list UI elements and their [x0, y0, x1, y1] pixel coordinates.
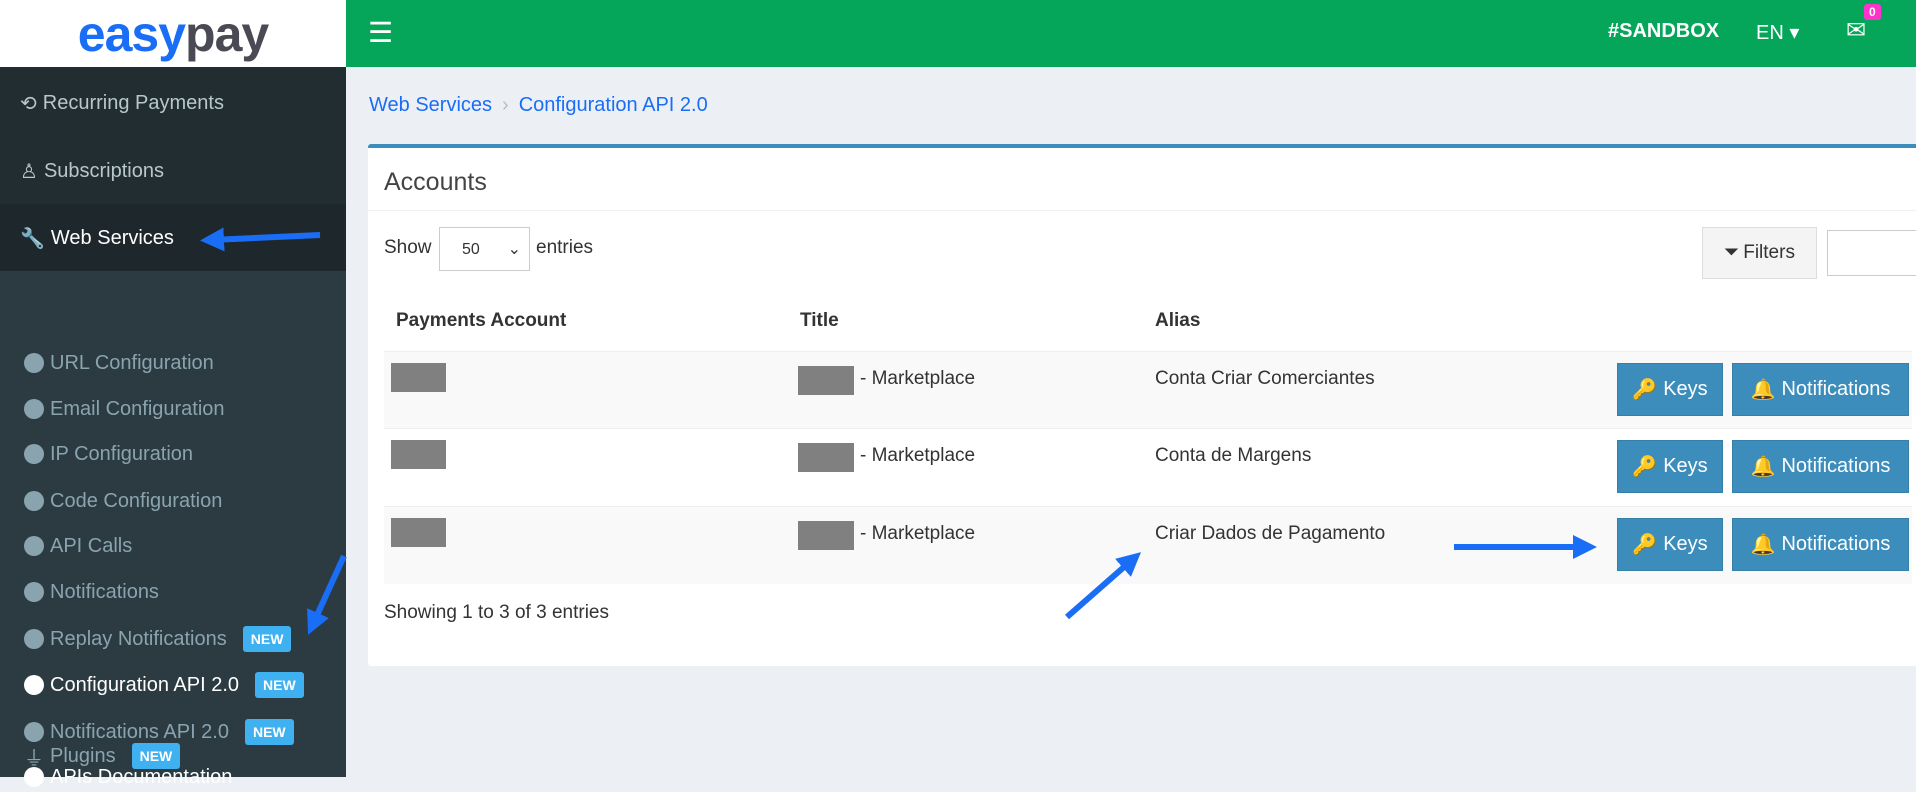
arrow-annotation [200, 227, 321, 252]
arrow-annotation [307, 554, 347, 635]
annotation-arrows [200, 227, 1597, 635]
arrow-annotation [1065, 552, 1142, 620]
